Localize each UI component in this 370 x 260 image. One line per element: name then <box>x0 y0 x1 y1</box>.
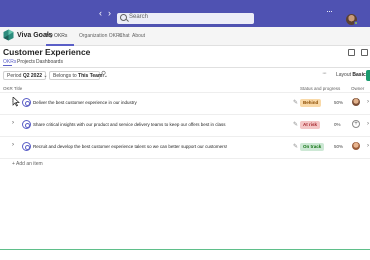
chevron-down-icon: ⌄ <box>43 73 48 79</box>
okr-row[interactable]: › Share critical insights with our produ… <box>0 116 370 136</box>
add-item-button[interactable]: + Add an item <box>12 161 43 167</box>
tab-chat[interactable]: Chat <box>119 33 130 39</box>
back-icon[interactable]: ‹ <box>99 8 102 18</box>
column-okr-title: OKR Title <box>3 86 23 91</box>
page-title: Customer Experience <box>3 47 91 57</box>
progress-value: 50% <box>334 144 344 149</box>
objective-icon <box>22 142 31 151</box>
belongs-to-filter[interactable]: Belongs to This Team ⌄ <box>49 71 108 80</box>
period-filter[interactable]: Period Q2 2022 ⌄ <box>3 71 48 80</box>
owner-avatar[interactable] <box>352 142 360 150</box>
header-divider <box>0 92 370 93</box>
active-tab-indicator <box>46 44 74 46</box>
bottom-divider <box>0 249 370 250</box>
okr-title[interactable]: Recruit and develop the best customer ex… <box>33 144 227 149</box>
status-badge[interactable]: At risk <box>300 121 321 129</box>
layout-label: Layout <box>336 72 352 78</box>
column-owner: Owner <box>351 86 365 91</box>
row-divider <box>0 136 370 137</box>
objective-icon <box>22 120 31 129</box>
subtab-dashboards[interactable]: Dashboards <box>36 59 63 65</box>
add-owner-icon[interactable]: + <box>352 120 360 128</box>
row-divider <box>0 158 370 159</box>
progress-value: 50% <box>334 100 344 105</box>
title-bar: ‹ › Search ··· <box>0 0 370 27</box>
owner-avatar[interactable] <box>352 98 360 106</box>
row-more-icon[interactable]: › <box>367 121 369 127</box>
okr-title[interactable]: Share critical insights with our product… <box>33 122 226 127</box>
edit-icon[interactable]: ✎ <box>293 143 298 150</box>
okr-row[interactable]: › Deliver the best customer experience i… <box>0 94 370 114</box>
belongs-to-label: Belongs to <box>53 73 77 79</box>
okr-row[interactable]: › Recruit and develop the best customer … <box>0 138 370 158</box>
column-status: Status and progress <box>300 86 341 91</box>
objective-icon <box>22 98 31 107</box>
period-label: Period <box>7 73 22 79</box>
edit-icon[interactable]: ✎ <box>293 121 298 128</box>
period-value: Q2 2022 <box>22 73 43 79</box>
status-badge[interactable]: Behind <box>300 99 322 107</box>
header-divider <box>0 67 370 68</box>
row-divider <box>0 114 370 115</box>
layout-selector[interactable]: Layout Basic ⌄ <box>336 72 370 78</box>
more-options-icon[interactable]: ··· <box>326 6 333 16</box>
okr-title[interactable]: Deliver the best customer experience in … <box>33 100 137 105</box>
row-more-icon[interactable]: › <box>367 99 369 105</box>
viva-goals-logo <box>3 29 14 41</box>
progress-value: 0% <box>334 122 341 127</box>
more-options-icon[interactable]: ··· <box>322 70 327 77</box>
search-placeholder: Search <box>129 14 149 20</box>
tab-organization-okrs[interactable]: Organization OKRs <box>79 33 122 39</box>
search-input[interactable]: Search <box>117 13 254 24</box>
subtab-projects[interactable]: Projects <box>17 59 35 65</box>
app-header: Viva Goals My OKRs Organization OKRs Cha… <box>0 27 370 46</box>
share-icon[interactable] <box>348 49 355 56</box>
forward-icon[interactable]: › <box>108 8 111 18</box>
tab-my-okrs[interactable]: My OKRs <box>46 33 67 39</box>
row-more-icon[interactable]: › <box>367 143 369 149</box>
expand-icon[interactable] <box>361 49 368 56</box>
mouse-cursor-icon <box>12 97 20 107</box>
layout-value: Basic <box>352 72 366 78</box>
chevron-right-icon[interactable]: › <box>12 120 14 126</box>
chevron-right-icon[interactable]: › <box>12 142 14 148</box>
presence-status-icon <box>354 21 358 25</box>
new-okr-button[interactable] <box>366 70 370 81</box>
active-subtab-indicator <box>3 65 12 66</box>
status-badge[interactable]: On track <box>300 143 325 151</box>
filter-icon[interactable]: ⚲ <box>101 70 106 78</box>
tab-about[interactable]: About <box>132 33 145 39</box>
edit-icon[interactable]: ✎ <box>293 99 298 106</box>
search-icon <box>120 14 127 21</box>
belongs-to-value: This Team <box>78 73 103 79</box>
